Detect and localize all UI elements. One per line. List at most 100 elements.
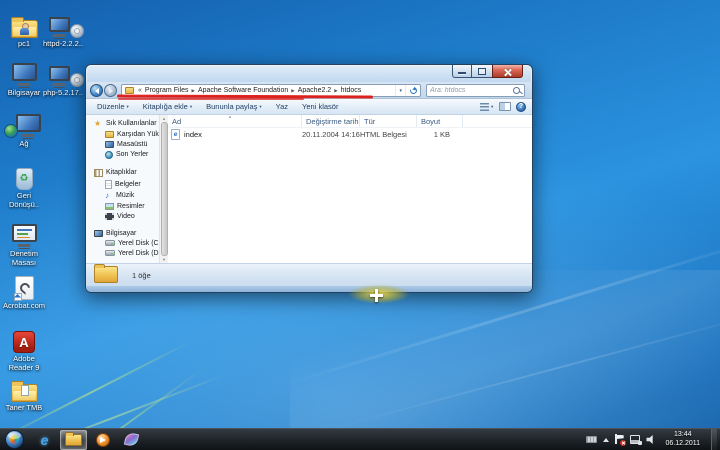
- taskbar-clock[interactable]: 13:44 06.12.2011: [662, 431, 703, 448]
- sidebar-item-local-disk-c[interactable]: Yerel Disk (C:): [86, 238, 159, 248]
- change-view-button[interactable]: ▾: [480, 102, 494, 111]
- refresh-icon: [408, 86, 418, 96]
- scrollbar-thumb[interactable]: [161, 122, 168, 256]
- menu-label: Kitaplığa ekle: [143, 102, 188, 111]
- breadcrumb-overflow[interactable]: «: [138, 87, 142, 94]
- sidebar-group-libraries[interactable]: Kitaplıklar: [86, 167, 159, 178]
- menu-yaz[interactable]: Yaz: [269, 102, 295, 111]
- volume-tray-icon[interactable]: [646, 435, 656, 445]
- chevron-down-icon: ▾: [491, 104, 493, 110]
- breadcrumb-segment-program-files[interactable]: Program Files: [143, 87, 191, 94]
- column-header-modified[interactable]: Değiştirme tarihi: [302, 115, 360, 127]
- maximize-button[interactable]: [472, 65, 492, 78]
- scroll-up-icon[interactable]: ▲: [162, 116, 166, 121]
- sidebar-item-documents[interactable]: Belgeler: [86, 178, 159, 190]
- desktop-icon-label: httpd-2.2.2..: [40, 40, 86, 49]
- sidebar-group-label: Kitaplıklar: [106, 169, 137, 176]
- taskbar: e 13:44 06.12.2011: [0, 428, 720, 450]
- network-icon: [1, 108, 47, 138]
- clock-date: 06.12.2011: [665, 440, 700, 449]
- sidebar-group-favorites[interactable]: ★Sık Kullanılanlar: [86, 118, 159, 129]
- sidebar-item-music[interactable]: ♪Müzik: [86, 190, 159, 201]
- desktop-icon-php-installer[interactable]: php-5.2.17..: [40, 57, 86, 98]
- folder-icon: [94, 266, 118, 283]
- menu-bununla-paylas[interactable]: Bununla paylaş▾: [199, 102, 269, 111]
- show-hidden-icons-button[interactable]: [603, 435, 609, 442]
- desktop-icon-taner-folder[interactable]: Taner TMB: [1, 372, 47, 413]
- help-icon: ?: [519, 103, 523, 110]
- sidebar-item-desktop[interactable]: Masaüstü: [86, 139, 159, 149]
- menu-label: Yaz: [276, 102, 288, 111]
- menu-yeni-klasor[interactable]: Yeni klasör: [295, 102, 345, 111]
- address-dropdown-button[interactable]: ▾: [395, 85, 405, 96]
- installer-icon: [40, 8, 86, 38]
- desktop-icon-recycle-bin[interactable]: ♻ Geri Dönüşü..: [1, 160, 47, 209]
- desktop-icon-control-panel[interactable]: Denetim Masası: [1, 218, 47, 267]
- breadcrumb-segment-apache22[interactable]: Apache2.2: [296, 87, 333, 94]
- sidebar-item-label: Video: [117, 213, 135, 220]
- chevron-down-icon: ▾: [127, 104, 129, 110]
- sidebar-item-downloads[interactable]: Karşıdan Yüklemeler: [86, 129, 159, 139]
- pictures-icon: [105, 203, 114, 210]
- recent-places-icon: [105, 151, 113, 159]
- action-center-icon[interactable]: [615, 434, 624, 445]
- command-bar: Düzenle▾ Kitaplığa ekle▾ Bununla paylaş▾…: [86, 99, 532, 115]
- title-bar[interactable]: [86, 65, 532, 82]
- sidebar-item-local-disk-d[interactable]: Yerel Disk (D:): [86, 248, 159, 258]
- sidebar-item-video[interactable]: Video: [86, 211, 159, 221]
- breadcrumb-segment-apache-software-foundation[interactable]: Apache Software Foundation: [196, 87, 290, 94]
- network-tray-icon[interactable]: [630, 435, 640, 444]
- scroll-down-icon[interactable]: ▼: [162, 257, 166, 262]
- preview-pane-button[interactable]: [499, 102, 511, 111]
- desktop-icon-httpd-installer[interactable]: httpd-2.2.2..: [40, 8, 86, 49]
- sort-ascending-icon: ▲: [228, 115, 232, 119]
- minimize-button[interactable]: [452, 65, 472, 78]
- desktop-icon-adobe-reader[interactable]: A Adobe Reader 9: [1, 323, 47, 372]
- desktop-icon-label: Taner TMB: [1, 404, 47, 413]
- file-type-cell: HTML Belgesi: [360, 130, 417, 139]
- column-header-empty: [463, 115, 532, 127]
- column-header-size[interactable]: Boyut: [417, 115, 463, 127]
- libraries-icon: [94, 169, 103, 177]
- show-desktop-button[interactable]: [711, 429, 717, 450]
- desktop-icon-network[interactable]: Ağ: [1, 108, 47, 149]
- action-center-alert-badge: [620, 440, 626, 446]
- adobe-reader-icon: A: [1, 323, 47, 353]
- taskbar-apache-button[interactable]: [118, 430, 145, 450]
- desktop-icon: [105, 141, 114, 148]
- taskbar-explorer-button[interactable]: [60, 430, 87, 450]
- file-modified-cell: 20.11.2004 14:16: [302, 130, 360, 139]
- column-header-name[interactable]: Ad▲: [168, 115, 302, 127]
- recycle-bin-icon: ♻: [1, 160, 47, 190]
- sidebar-item-recent-places[interactable]: Son Yerler: [86, 149, 159, 160]
- sidebar-scrollbar[interactable]: ▲ ▼: [159, 115, 168, 263]
- taskbar-media-player-button[interactable]: [89, 430, 116, 450]
- back-button[interactable]: [90, 84, 103, 97]
- taskbar-internet-explorer-button[interactable]: e: [31, 430, 58, 450]
- column-header-type[interactable]: Tür: [360, 115, 417, 127]
- window-bottom-edge: [86, 286, 532, 292]
- file-size-cell: 1 KB: [417, 130, 463, 139]
- sidebar-group-computer[interactable]: Bilgisayar: [86, 228, 159, 238]
- input-device-tray-icon[interactable]: [586, 436, 597, 443]
- computer-icon: [94, 230, 103, 237]
- menu-kitapliga-ekle[interactable]: Kitaplığa ekle▾: [136, 102, 199, 111]
- search-input[interactable]: [427, 85, 512, 96]
- chevron-down-icon: ▾: [190, 104, 192, 110]
- desktop-icon-acrobat-com[interactable]: Acrobat.com: [1, 270, 47, 311]
- start-button[interactable]: [5, 430, 24, 449]
- item-count: 1 öğe: [132, 271, 151, 280]
- close-button[interactable]: [492, 65, 523, 78]
- sidebar-item-pictures[interactable]: Resimler: [86, 201, 159, 211]
- sidebar-item-label: Masaüstü: [117, 141, 147, 148]
- control-panel-icon: [1, 218, 47, 248]
- breadcrumb-segment-htdocs[interactable]: htdocs: [339, 87, 364, 94]
- refresh-button[interactable]: [405, 85, 420, 96]
- menu-duzenle[interactable]: Düzenle▾: [90, 102, 136, 111]
- help-button[interactable]: ?: [516, 102, 526, 112]
- menu-label: Yeni klasör: [302, 102, 338, 111]
- file-row-index[interactable]: eindex 20.11.2004 14:16 HTML Belgesi 1 K…: [168, 128, 532, 141]
- system-tray: 13:44 06.12.2011: [586, 429, 720, 450]
- forward-button[interactable]: [104, 84, 117, 97]
- star-icon: ★: [94, 120, 103, 128]
